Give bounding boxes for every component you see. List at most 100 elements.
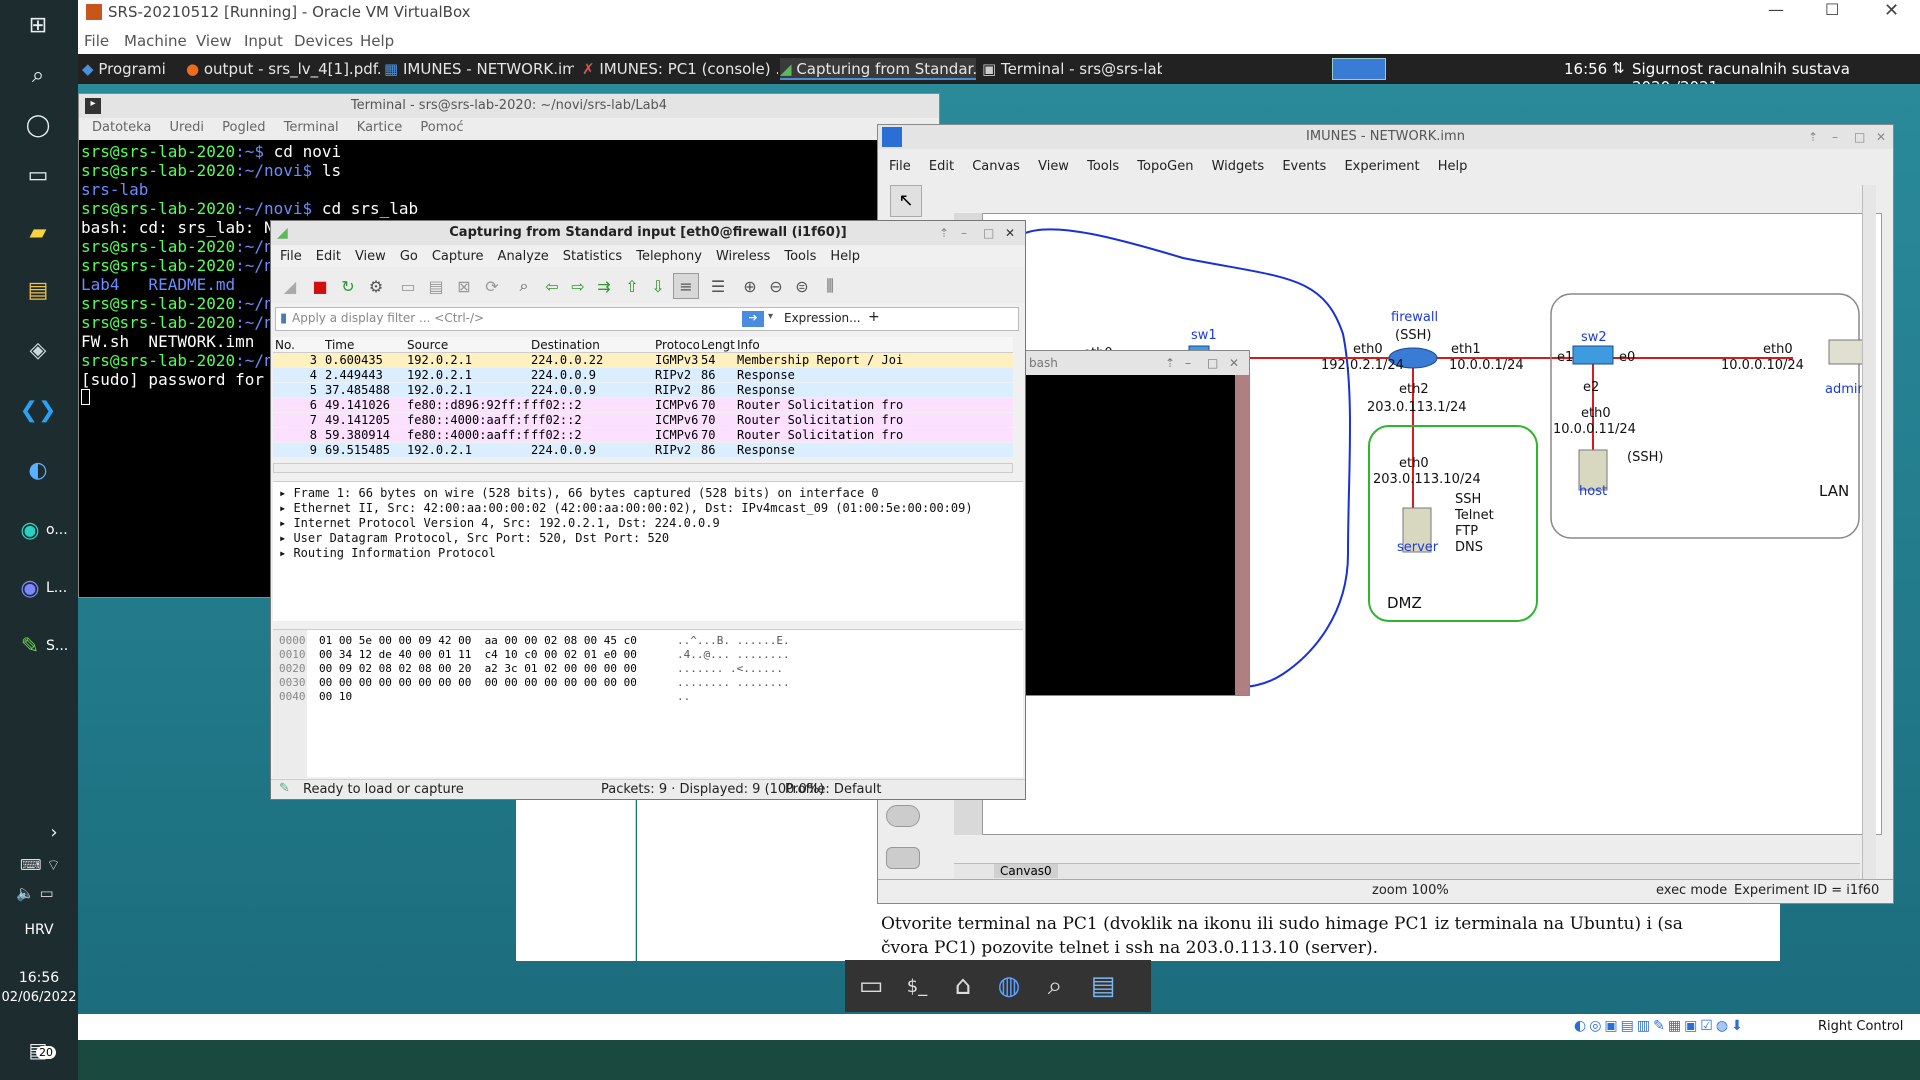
vbox-menu-devices[interactable]: Devices	[294, 32, 353, 50]
edge-icon[interactable]: ◐	[18, 450, 58, 490]
detail-item[interactable]: ▸ Frame 1: 66 bytes on wire (528 bits), …	[279, 486, 879, 500]
panel-task-pc1-console[interactable]: ✗ IMUNES: PC1 (console) ...	[582, 58, 778, 80]
restart-capture-icon[interactable]: ↻	[335, 273, 361, 299]
volume-battery-icons[interactable]: 🔈 ▭	[16, 884, 54, 902]
home-folder-icon[interactable]: ⌂	[943, 966, 983, 1006]
imunes-hscrollbar[interactable]: Canvas0	[954, 863, 1860, 879]
status-profile[interactable]: Profile: Default	[785, 782, 881, 797]
imunes-menu-file[interactable]: File	[882, 155, 918, 179]
ws-menu-help[interactable]: Help	[823, 245, 867, 269]
ws-maximize-button[interactable]: □	[983, 221, 994, 245]
ws-menu-view[interactable]: View	[348, 245, 393, 269]
expand-triangle-icon[interactable]: ▸	[279, 501, 293, 515]
column-header[interactable]: Time	[325, 337, 405, 353]
reload-file-icon[interactable]: ⟳	[479, 273, 505, 299]
vbox-menu-help[interactable]: Help	[360, 32, 394, 50]
bash-minimize-button[interactable]: –	[1185, 351, 1191, 375]
network-transfer-icon[interactable]: ⇅	[1612, 59, 1625, 77]
column-header[interactable]: Protocol	[655, 337, 699, 353]
terminal-menu-pogled[interactable]: Pogled	[215, 116, 272, 140]
chevron-right-icon[interactable]: ›	[34, 812, 74, 852]
add-filter-button[interactable]: +	[868, 309, 880, 325]
panel-task-capture[interactable]: ◢ Capturing from Standar...	[780, 58, 976, 80]
vbox-menu-input[interactable]: Input	[244, 32, 283, 50]
ws-menu-tools[interactable]: Tools	[777, 245, 823, 269]
ws-menu-file[interactable]: File	[273, 245, 309, 269]
app3-icon[interactable]: ✎	[10, 626, 50, 666]
imunes-shade-button[interactable]: ⇡	[1808, 125, 1818, 149]
bookmark-icon[interactable]: ▮	[280, 311, 287, 326]
close-file-icon[interactable]: ⊠	[451, 273, 477, 299]
panel-clock[interactable]: 16:56	[1564, 60, 1607, 78]
sw2-label[interactable]: sw2	[1581, 330, 1607, 345]
vbox-device-icons[interactable]: ◐◎▣▤▥✎▦▣☑◍⬇	[1574, 1018, 1746, 1034]
colorize-icon[interactable]: ☰	[705, 273, 731, 299]
workspace-switcher[interactable]	[1332, 58, 1386, 80]
canvas-tab[interactable]: Canvas0	[994, 864, 1058, 878]
task-view-icon[interactable]: ▭	[18, 155, 58, 195]
tool-ellipse-1[interactable]	[886, 805, 920, 827]
expression-button[interactable]: Expression...	[784, 311, 861, 325]
first-packet-icon[interactable]: ⇧	[619, 273, 645, 299]
display-filter-bar[interactable]: ▮ Apply a display filter ... <Ctrl-/> ➔ …	[275, 307, 1019, 331]
close-button[interactable]: ✕	[1884, 0, 1899, 21]
expand-triangle-icon[interactable]: ▸	[279, 531, 293, 545]
packet-list-hscrollbar[interactable]	[273, 463, 1013, 473]
table-row[interactable]: 8 59.380914 fe80::4000:aaff:fe0...ff02::2 I…	[273, 428, 1013, 442]
ws-menu-go[interactable]: Go	[393, 245, 425, 269]
detail-item[interactable]: ▸ Routing Information Protocol	[279, 546, 496, 560]
bash-maximize-button[interactable]: □	[1207, 351, 1218, 375]
panel-task-pdf[interactable]: ● output - srs_lv_4[1].pdf...	[186, 58, 382, 80]
vbox-menu-file[interactable]: File	[84, 32, 109, 50]
bash-shade-button[interactable]: ⇡	[1165, 351, 1175, 375]
imunes-menu-edit[interactable]: Edit	[922, 155, 961, 179]
terminal-menu-terminal[interactable]: Terminal	[277, 116, 346, 140]
zoom-out-icon[interactable]: ⊖	[763, 273, 789, 299]
terminal-menu-uredi[interactable]: Uredi	[163, 116, 211, 140]
table-row[interactable]: 3 0.600435 192.0.2.1 224.0.0.22 IGMPv3 54 Memb…	[273, 353, 1013, 367]
bash-scrollbar[interactable]	[1235, 375, 1249, 695]
expert-info-icon[interactable]: ✎	[279, 781, 290, 796]
column-header[interactable]: Destination	[531, 337, 653, 353]
packet-bytes[interactable]: 0000 01 00 5e 00 00 09 42 00 aa 00 00 02 …	[273, 629, 1023, 778]
capture-options-icon[interactable]: ⚙	[363, 273, 389, 299]
sw1-label[interactable]: sw1	[1191, 328, 1217, 343]
imunes-menu-topogen[interactable]: TopoGen	[1130, 155, 1200, 179]
expand-triangle-icon[interactable]: ▸	[279, 486, 293, 500]
terminal-menu-kartice[interactable]: Kartice	[350, 116, 409, 140]
detail-item[interactable]: ▸ Ethernet II, Src: 42:00:aa:00:00:02 (4…	[279, 501, 973, 515]
language-indicator[interactable]: HRV	[0, 922, 78, 938]
folder-icon[interactable]: ▤	[1083, 966, 1123, 1006]
expand-triangle-icon[interactable]: ▸	[279, 546, 293, 560]
detail-item[interactable]: ▸ Internet Protocol Version 4, Src: 192.…	[279, 516, 720, 530]
panel-programs-menu[interactable]: ◆ Programi	[82, 58, 182, 80]
table-row[interactable]: 5 37.485488 192.0.2.1 224.0.0.9 RIPv2 86 Respo…	[273, 383, 1013, 397]
imunes-minimize-button[interactable]: –	[1832, 125, 1838, 149]
expand-triangle-icon[interactable]: ▸	[279, 516, 293, 530]
app2-icon[interactable]: ◉	[10, 568, 50, 608]
filter-input-placeholder[interactable]: Apply a display filter ... <Ctrl-/>	[292, 311, 484, 325]
filter-dropdown-icon[interactable]: ▾	[768, 311, 773, 322]
minimize-button[interactable]: —	[1768, 0, 1784, 19]
terminal-launcher-icon[interactable]: $_	[897, 966, 937, 1006]
vscode-icon[interactable]: ❮❯	[18, 390, 58, 430]
imunes-menu-events[interactable]: Events	[1275, 155, 1333, 179]
save-file-icon[interactable]: ▤	[423, 273, 449, 299]
admin-label[interactable]: admin	[1825, 382, 1866, 397]
shark-fin-start-icon[interactable]: ◢	[277, 273, 303, 299]
column-header[interactable]: No.	[275, 337, 323, 353]
imunes-vscrollbar[interactable]	[1862, 185, 1876, 881]
vbox-menu-view[interactable]: View	[196, 32, 232, 50]
firewall-label[interactable]: firewall	[1391, 310, 1438, 325]
file-explorer-icon[interactable]: ▤	[18, 270, 58, 310]
imunes-menu-help[interactable]: Help	[1431, 155, 1475, 179]
ws-menu-analyze[interactable]: Analyze	[491, 245, 556, 269]
bash-console-window[interactable]: bash ⇡ – □ ✕	[1024, 350, 1250, 696]
go-to-packet-icon[interactable]: ⇉	[591, 273, 617, 299]
go-back-icon[interactable]: ⇦	[539, 273, 565, 299]
show-desktop-icon[interactable]: ▭	[851, 966, 891, 1006]
select-tool-icon[interactable]: ↖	[890, 185, 922, 217]
search-app-icon[interactable]: ⌕	[1035, 966, 1075, 1006]
imunes-menu-tools[interactable]: Tools	[1080, 155, 1126, 179]
ws-menu-wireless[interactable]: Wireless	[709, 245, 777, 269]
